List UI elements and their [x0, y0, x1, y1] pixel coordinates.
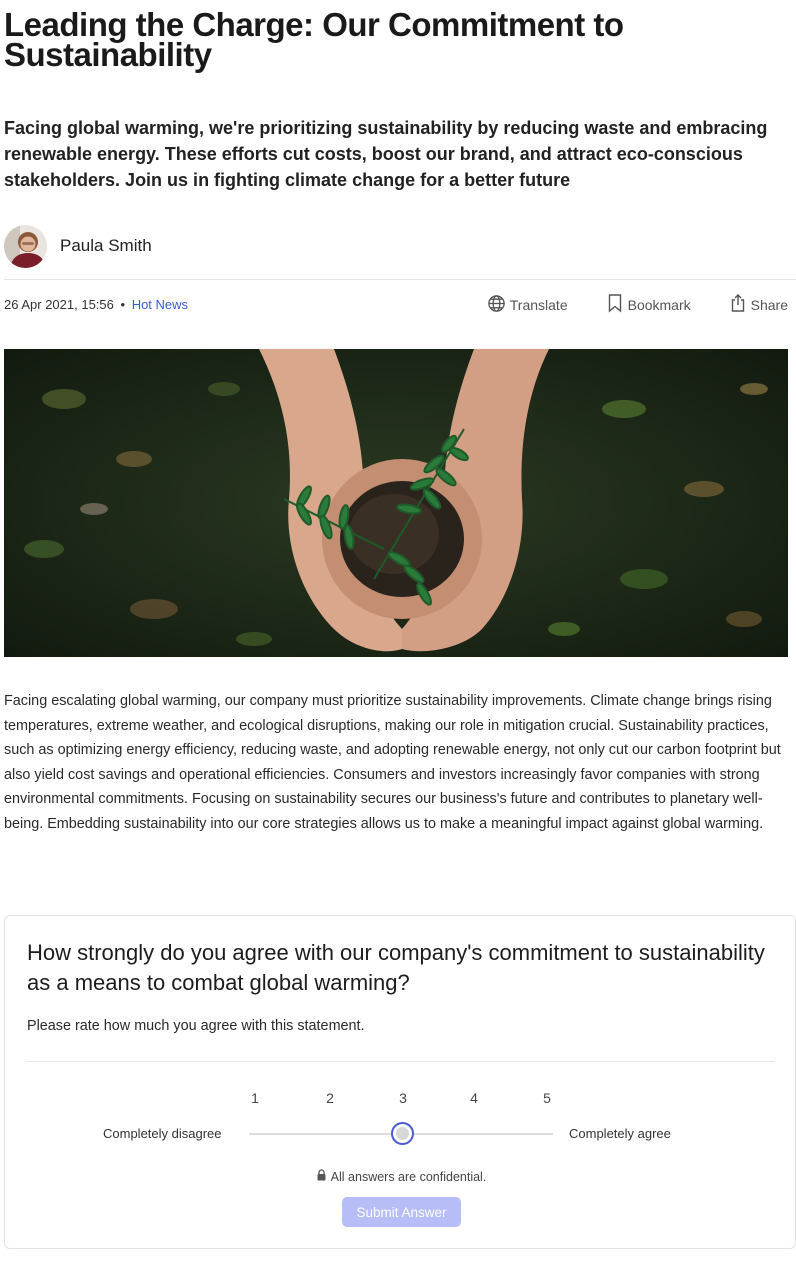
article-subtitle: Facing global warming, we're prioritizin… [4, 118, 768, 190]
header-divider [4, 279, 796, 280]
submit-answer-button[interactable]: Submit Answer [342, 1197, 461, 1227]
share-icon [729, 293, 751, 316]
scale-min-label: Completely disagree [103, 1126, 222, 1141]
survey-card: How strongly do you agree with our compa… [4, 915, 796, 1249]
confidential-text: All answers are confidential. [330, 1169, 487, 1184]
survey-question: How strongly do you agree with our compa… [27, 940, 765, 995]
lock-icon [316, 1169, 331, 1184]
globe-icon [487, 294, 510, 316]
scale-max-label: Completely agree [569, 1126, 671, 1141]
translate-button[interactable]: Translate [487, 294, 568, 316]
category-link[interactable]: Hot News [132, 297, 188, 312]
share-button[interactable]: Share [729, 293, 788, 316]
meta-separator: • [120, 297, 126, 312]
avatar[interactable] [4, 224, 47, 268]
confidential-note: All answers are confidential. [5, 1169, 796, 1184]
author-info: Paula Smith [4, 224, 152, 268]
scale-number-2[interactable]: 2 [320, 1090, 340, 1106]
bookmark-label: Bookmark [627, 296, 691, 313]
scale-number-5[interactable]: 5 [537, 1090, 557, 1106]
article-title: Leading the Charge: Our Commitment to Su… [4, 6, 624, 73]
publish-date: 26 Apr 2021, 15:56 [4, 297, 114, 312]
share-label: Share [750, 296, 788, 313]
scale-number-1[interactable]: 1 [245, 1090, 265, 1106]
author-name[interactable]: Paula Smith [60, 236, 152, 256]
rating-slider-thumb[interactable] [391, 1122, 414, 1145]
bookmark-icon [606, 293, 628, 316]
article-meta: 26 Apr 2021, 15:56 • Hot News [4, 297, 188, 312]
translate-label: Translate [509, 296, 568, 313]
article-body: Facing escalating global warming, our co… [4, 693, 781, 832]
hero-image [4, 349, 788, 657]
scale-number-4[interactable]: 4 [464, 1090, 484, 1106]
scale-number-3[interactable]: 3 [393, 1090, 413, 1106]
survey-instruction: Please rate how much you agree with this… [27, 1018, 365, 1034]
article-actions: Translate Bookmark Share [449, 293, 788, 316]
bookmark-button[interactable]: Bookmark [606, 293, 691, 316]
survey-divider [27, 1061, 775, 1062]
